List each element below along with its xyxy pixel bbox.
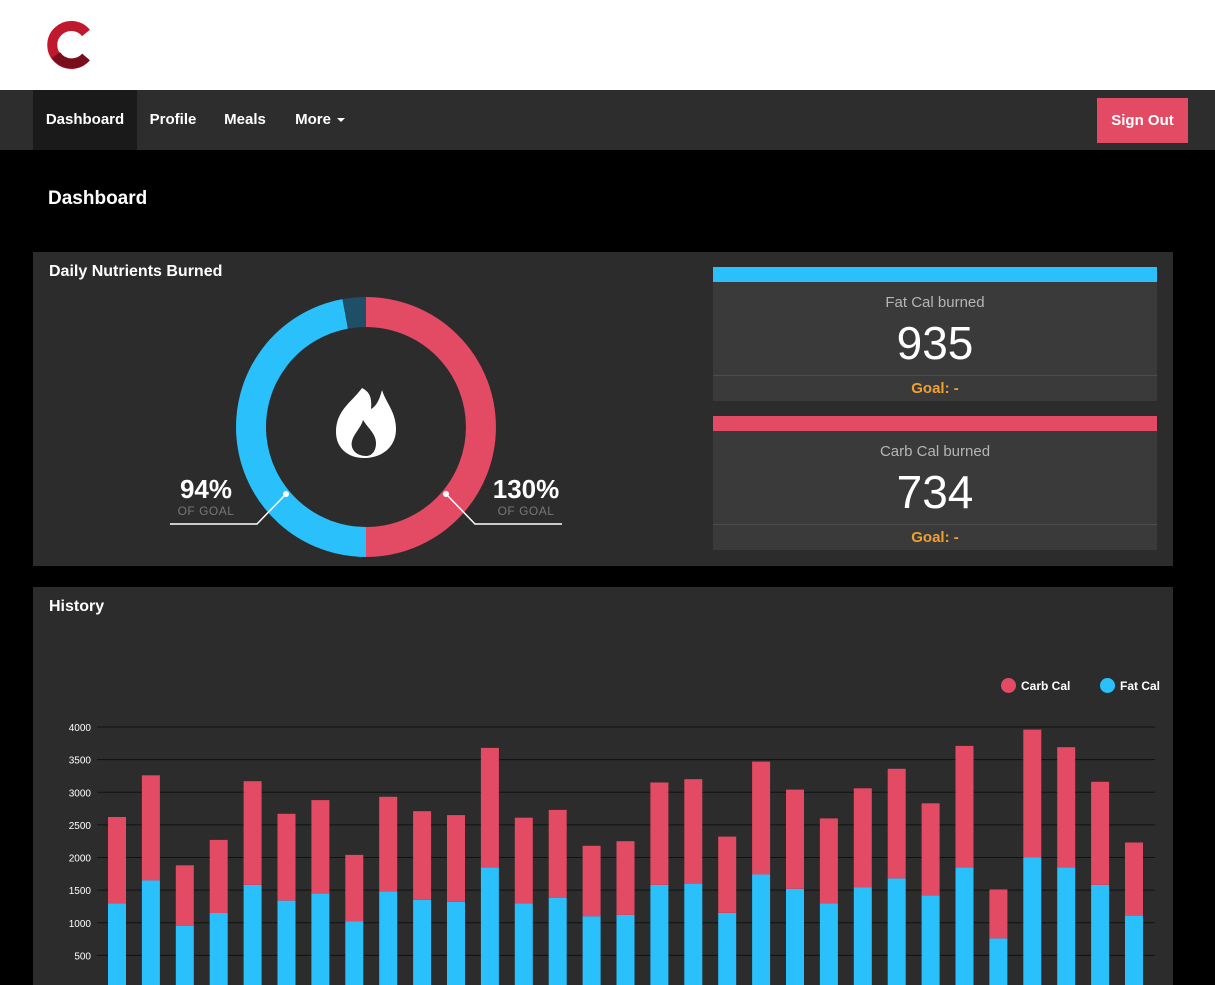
carb-bar[interactable] — [955, 745, 974, 868]
fat-bar[interactable] — [1125, 915, 1143, 985]
fat-bar[interactable] — [650, 884, 669, 985]
fat-bar[interactable] — [480, 867, 499, 985]
fat-bar[interactable] — [413, 899, 432, 985]
y-tick-label: 2000 — [69, 854, 92, 865]
y-tick-label: 3000 — [69, 788, 92, 799]
carb-bar[interactable] — [1091, 781, 1110, 885]
fat-bar[interactable] — [887, 878, 906, 985]
carb-bar[interactable] — [650, 782, 669, 885]
carb-bar[interactable] — [413, 811, 432, 900]
carb-bar[interactable] — [1057, 747, 1076, 868]
carb-bar[interactable] — [921, 803, 940, 896]
y-tick-label: 4000 — [69, 723, 92, 734]
fat-bar[interactable] — [141, 880, 160, 985]
y-tick-label: 1500 — [69, 886, 92, 897]
fat-bar[interactable] — [921, 895, 940, 985]
fat-bar[interactable] — [616, 914, 635, 985]
fat-bar[interactable] — [277, 900, 296, 985]
y-tick-label: 500 — [74, 951, 91, 962]
carb-bar[interactable] — [853, 788, 872, 888]
fat-bar[interactable] — [243, 884, 262, 985]
fat-bar[interactable] — [989, 938, 1008, 985]
carb-bar[interactable] — [887, 768, 906, 879]
fat-bar[interactable] — [1023, 857, 1042, 985]
carb-bar[interactable] — [175, 865, 194, 926]
fat-bar[interactable] — [311, 893, 330, 985]
carb-bar[interactable] — [718, 836, 737, 913]
fat-bar[interactable] — [853, 887, 872, 985]
fat-bar[interactable] — [1057, 867, 1076, 985]
fat-bar[interactable] — [819, 903, 838, 985]
carb-bar[interactable] — [345, 854, 364, 922]
fat-bar[interactable] — [345, 921, 364, 985]
fat-bar[interactable] — [447, 901, 465, 985]
carb-bar[interactable] — [1125, 842, 1143, 916]
carb-bar[interactable] — [243, 781, 262, 885]
y-tick-label: 3500 — [69, 756, 92, 767]
y-tick-label: 1000 — [69, 919, 92, 930]
carb-bar[interactable] — [141, 775, 160, 881]
fat-bar[interactable] — [582, 916, 601, 985]
carb-bar[interactable] — [514, 817, 533, 904]
carb-bar[interactable] — [752, 761, 771, 875]
carb-bar[interactable] — [108, 817, 126, 904]
carb-bar[interactable] — [989, 889, 1008, 939]
fat-bar[interactable] — [955, 867, 974, 985]
carb-bar[interactable] — [277, 813, 296, 901]
fat-bar[interactable] — [786, 888, 804, 985]
y-tick-label: 2500 — [69, 821, 92, 832]
fat-bar[interactable] — [108, 903, 126, 985]
carb-bar[interactable] — [480, 747, 499, 868]
fat-bar[interactable] — [684, 883, 703, 985]
carb-bar[interactable] — [447, 815, 465, 902]
carb-bar[interactable] — [786, 789, 804, 889]
fat-bar[interactable] — [752, 874, 771, 985]
fat-bar[interactable] — [718, 913, 737, 985]
carb-bar[interactable] — [819, 818, 838, 904]
carb-bar[interactable] — [684, 779, 703, 884]
carb-bar[interactable] — [1023, 729, 1042, 858]
fat-bar[interactable] — [1091, 884, 1110, 985]
carb-bar[interactable] — [209, 839, 228, 913]
carb-bar[interactable] — [548, 809, 567, 898]
fat-bar[interactable] — [175, 926, 194, 985]
carb-bar[interactable] — [311, 800, 330, 894]
carb-bar[interactable] — [379, 796, 398, 892]
history-bar-chart: 500 1000 1500 2000 2500 3000 3500 4000 — [69, 723, 1155, 985]
fat-bar[interactable] — [514, 903, 533, 985]
fat-bar[interactable] — [548, 898, 567, 985]
fat-bar[interactable] — [379, 891, 398, 985]
carb-bar[interactable] — [582, 845, 601, 917]
fat-bar[interactable] — [209, 913, 228, 985]
carb-bar[interactable] — [616, 841, 635, 915]
